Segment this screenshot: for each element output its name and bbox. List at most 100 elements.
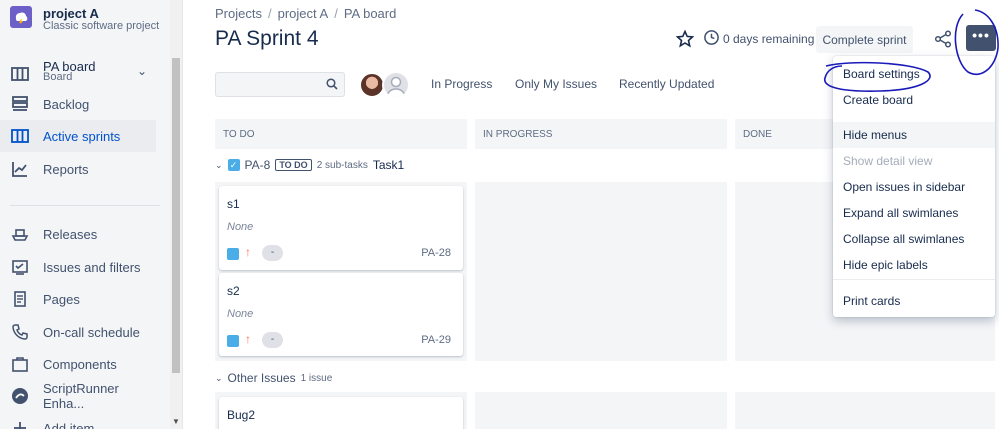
column-in-progress [475,182,727,361]
menu-item-hide-menus[interactable]: Hide menus [833,122,995,148]
breadcrumb-project[interactable]: project A [278,6,329,21]
page-title: PA Sprint 4 [215,27,319,50]
swimlane-key[interactable]: PA-8 [245,158,271,172]
menu-item-expand-swimlanes[interactable]: Expand all swimlanes [833,200,995,226]
chevron-down-icon[interactable]: ⌄ [215,160,223,171]
card-assignee: None [227,308,254,320]
issue-card[interactable]: s1 None ↑ - PA-28 [219,186,463,270]
menu-item-print-cards[interactable]: Print cards [833,288,995,314]
swimlane-header[interactable]: ⌄ ✓ PA-8 TO DO 2 sub-tasks Task1 [215,156,404,174]
board-icon [11,67,29,81]
backlog-icon [12,96,28,111]
ship-icon [11,229,29,241]
menu-item-collapse-swimlanes[interactable]: Collapse all swimlanes [833,226,995,252]
sidebar-item-label: Pages [43,291,80,307]
menu-item-create-board[interactable]: Create board [833,87,995,113]
sidebar-item-components[interactable]: Components [0,348,156,380]
project-logo-icon[interactable] [10,6,32,28]
days-remaining: 0 days remaining [723,32,815,46]
card-title: s1 [227,197,240,211]
sidebar-divider [10,205,160,206]
avatar-unassigned[interactable] [382,71,410,99]
more-actions-button[interactable]: ••• [966,25,996,51]
status-badge: TO DO [275,159,312,171]
sidebar-item-label: Active sprints [43,128,121,144]
search-input[interactable] [215,72,345,97]
sidebar-scrollbar-thumb[interactable] [172,58,180,373]
sidebar-item-label: Reports [43,161,89,177]
board-subtitle: Board [43,71,73,83]
card-key[interactable]: PA-29 [421,334,451,346]
menu-item-board-settings[interactable]: Board settings [833,61,995,87]
sidebar-item-label: On-call schedule [43,324,140,340]
card-title: Bug2 [227,408,256,422]
sidebar-item-label: Components [43,356,117,372]
quick-filter-recently-updated[interactable]: Recently Updated [619,77,714,91]
column-in-progress-other [475,392,727,429]
priority-high-icon: ↑ [245,332,251,346]
quick-filter-only-my-issues[interactable]: Only My Issues [515,77,597,91]
breadcrumb-board[interactable]: PA board [344,6,397,21]
breadcrumb-projects[interactable]: Projects [215,6,262,21]
sidebar-item-on-call[interactable]: On-call schedule [0,316,156,348]
chevron-down-icon[interactable]: ⌄ [137,64,147,78]
subtask-type-icon [227,335,239,347]
subtask-type-icon [227,248,239,260]
filter-list-icon [12,260,28,275]
sidebar-item-scriptrunner[interactable]: ScriptRunner Enha... [0,380,156,412]
swimlane-name: Other Issues [227,371,296,385]
phone-icon [12,324,28,340]
sidebar-item-active-sprints[interactable]: Active sprints [0,120,156,152]
sidebar-item-label: Add item [43,420,95,429]
menu-divider [833,279,995,280]
issue-card[interactable]: s2 None ↑ - PA-29 [219,273,463,356]
more-icon: ••• [972,27,990,43]
complete-sprint-button[interactable]: Complete sprint [816,26,913,53]
project-type: Classic software project [43,20,160,32]
project-name[interactable]: project A [43,6,99,21]
issue-card[interactable]: Bug2 [219,397,463,429]
menu-item-open-issues-sidebar[interactable]: Open issues in sidebar [833,174,995,200]
column-header-todo: TO DO [215,119,467,149]
scroll-down-icon[interactable]: ▼ [172,417,180,426]
estimate-pill: - [262,332,283,348]
sidebar-item-pages[interactable]: Pages [0,283,156,315]
sidebar-item-label: Backlog [43,96,90,112]
column-done-other [735,392,995,429]
sidebar-item-releases[interactable]: Releases [0,218,156,250]
scriptrunner-icon [12,388,28,404]
sidebar-item-label: ScriptRunner Enha... [43,381,119,411]
estimate-pill: - [262,245,283,261]
menu-item-hide-epic-labels[interactable]: Hide epic labels [833,252,995,278]
clock-icon [704,30,719,45]
issue-count: 1 issue [300,372,333,384]
subtask-checkbox-icon: ✓ [227,159,240,171]
chart-icon [12,162,27,177]
sidebar-item-label: Releases [43,226,98,242]
menu-item-show-detail-view: Show detail view [843,154,933,168]
sidebar-item-pa-board[interactable]: PA board [0,57,156,91]
app-root: project A Classic software project PA bo… [0,0,999,429]
breadcrumb-separator: / [267,6,272,21]
user-icon [386,76,406,97]
page-icon [14,291,26,307]
add-icon [14,422,26,429]
sidebar-item-backlog[interactable]: Backlog [0,88,156,120]
column-header-in-progress: IN PROGRESS [475,119,727,149]
card-title: s2 [227,284,240,298]
quick-filter-in-progress[interactable]: In Progress [431,77,492,91]
sidebar-item-add-item[interactable]: Add item [0,412,156,429]
sidebar: project A Classic software project PA bo… [0,0,183,429]
more-actions-menu: Board settings Create board Hide menus S… [833,56,995,317]
chevron-down-icon[interactable]: ⌄ [215,373,223,384]
share-icon[interactable] [934,30,952,48]
swimlane-name[interactable]: Task1 [373,158,404,172]
sidebar-item-issues-filters[interactable]: Issues and filters [0,251,156,283]
card-assignee: None [227,221,254,233]
swimlane-header-other[interactable]: ⌄ Other Issues 1 issue [215,371,332,385]
sidebar-item-reports[interactable]: Reports [0,153,156,185]
card-key[interactable]: PA-28 [421,247,451,259]
star-icon[interactable] [676,30,694,48]
breadcrumb-separator: / [334,6,338,21]
sidebar-item-label: Issues and filters [43,259,141,275]
